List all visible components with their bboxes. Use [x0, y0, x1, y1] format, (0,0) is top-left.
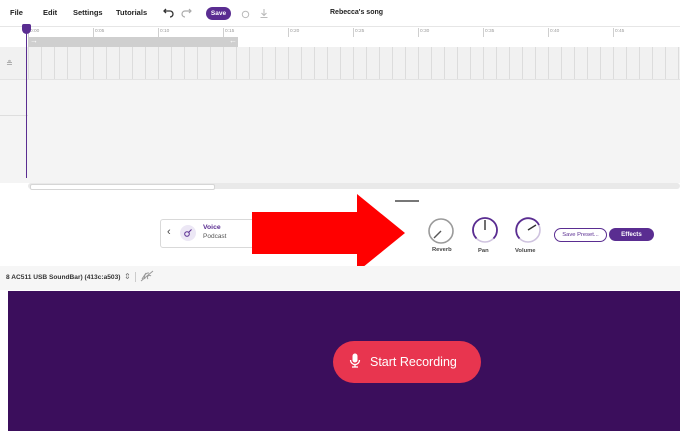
- knob-label-reverb: Reverb: [432, 247, 452, 253]
- save-button[interactable]: Save: [206, 7, 231, 20]
- save-preset-button[interactable]: Save Preset...: [554, 228, 607, 242]
- tick-label: 0:35: [482, 28, 495, 37]
- loop-icon[interactable]: [240, 6, 251, 24]
- reverb-knob[interactable]: [427, 217, 455, 250]
- pan-knob[interactable]: [471, 216, 499, 249]
- preset-name: Voice: [203, 224, 221, 231]
- project-title[interactable]: Rebecca's song: [330, 9, 383, 16]
- knob-label-volume: Volume: [515, 248, 536, 254]
- tick-label: 0:20: [287, 28, 300, 37]
- tick-label: 0:05: [92, 28, 105, 37]
- menu-settings[interactable]: Settings: [73, 8, 103, 17]
- preset-category: Podcast: [203, 233, 227, 240]
- effects-button[interactable]: Effects: [609, 228, 654, 241]
- tick-label: 0:15: [222, 28, 235, 37]
- track-divider: [0, 115, 28, 116]
- track-type-icon: ≗: [6, 59, 13, 68]
- track-grid: [28, 47, 680, 79]
- loop-start-arrow-icon[interactable]: →: [30, 36, 38, 45]
- guitar-icon: [180, 225, 196, 241]
- menu-bar: File Edit Settings Tutorials Save Rebecc…: [0, 0, 680, 26]
- volume-knob[interactable]: [514, 216, 542, 249]
- tick-label: 0:45: [612, 28, 625, 37]
- tick-label: 0:40: [547, 28, 560, 37]
- menu-edit[interactable]: Edit: [43, 8, 57, 17]
- tick-label: 0:25: [352, 28, 365, 37]
- menu-tutorials[interactable]: Tutorials: [116, 8, 147, 17]
- chevron-left-icon[interactable]: ‹: [167, 226, 171, 238]
- scrollbar-thumb[interactable]: [30, 184, 215, 190]
- loop-region[interactable]: [28, 37, 238, 47]
- tick-label: 0:00: [27, 28, 40, 37]
- divider: [135, 272, 136, 282]
- chevron-updown-icon[interactable]: ⇕: [124, 272, 131, 281]
- menu-file[interactable]: File: [10, 8, 23, 17]
- loop-end-arrow-icon[interactable]: ←: [229, 36, 237, 45]
- redo-icon[interactable]: [180, 6, 192, 24]
- knob-label-pan: Pan: [478, 248, 489, 254]
- microphone-icon: [349, 353, 361, 373]
- input-device-select[interactable]: 8 AC511 USB SoundBar) (413c:a503): [6, 274, 120, 281]
- tick-label: 0:10: [157, 28, 170, 37]
- download-icon[interactable]: [259, 6, 269, 24]
- playhead-handle[interactable]: [22, 24, 31, 34]
- start-recording-label: Start Recording: [370, 355, 457, 369]
- monitor-off-icon[interactable]: [140, 270, 154, 284]
- playhead-line: [26, 26, 27, 178]
- tick-label: 0:30: [417, 28, 430, 37]
- undo-icon[interactable]: [163, 6, 175, 24]
